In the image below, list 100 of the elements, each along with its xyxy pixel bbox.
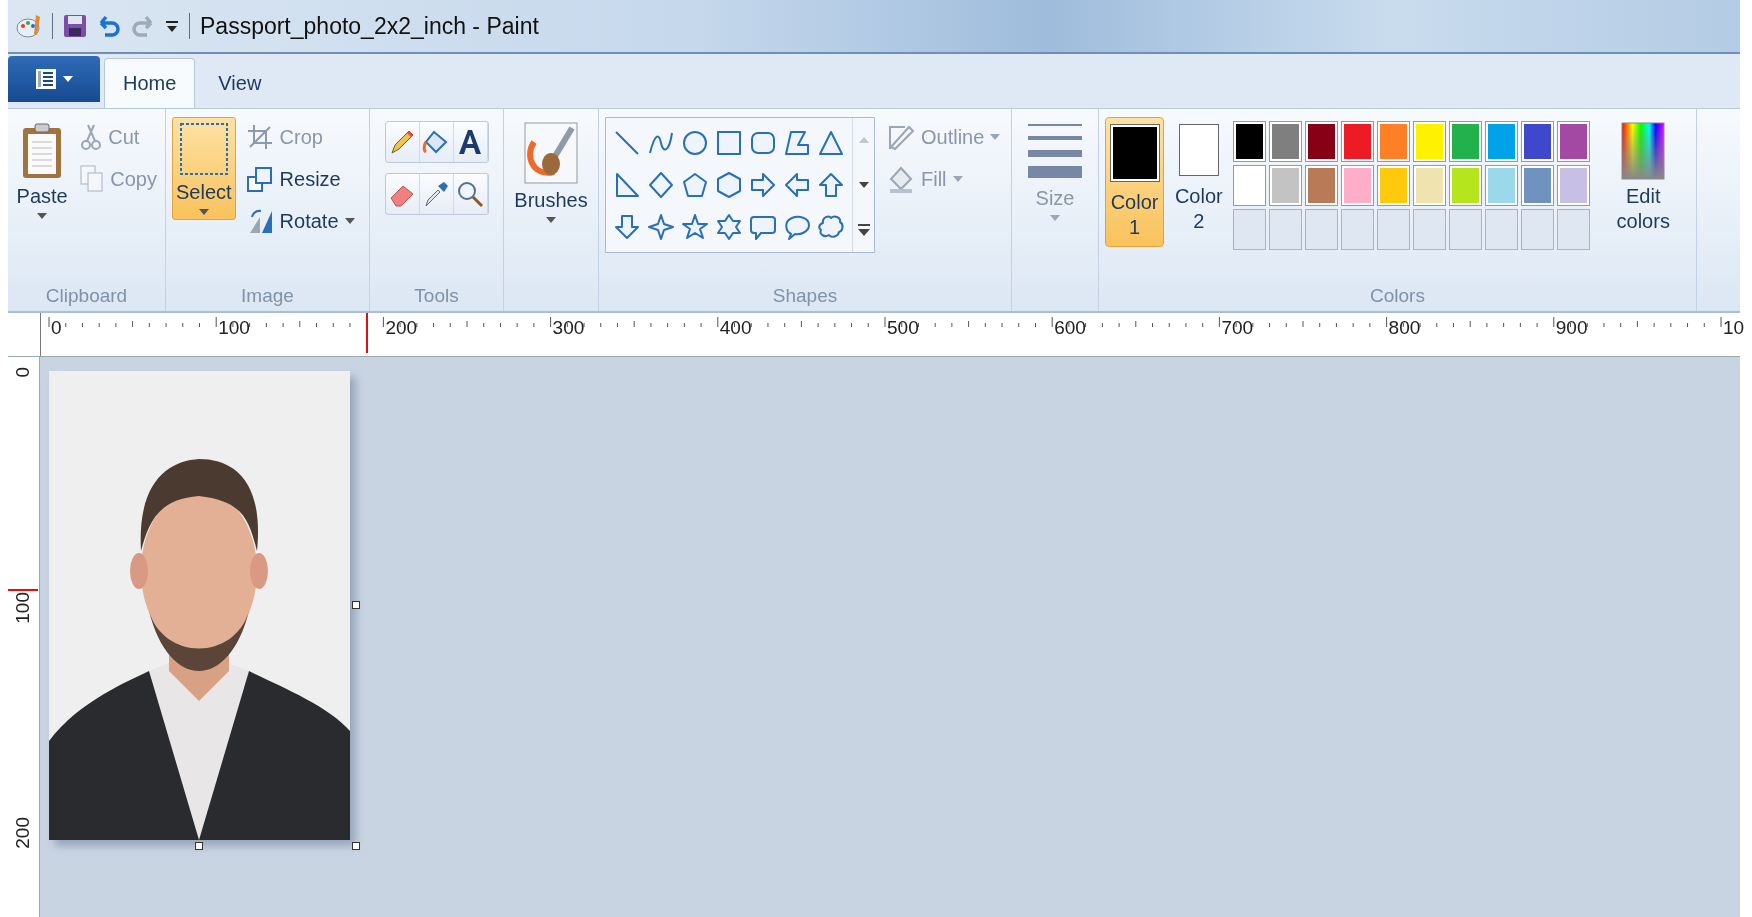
caret-icon	[546, 217, 556, 223]
rounded-rectangle-shape-icon	[749, 129, 777, 157]
brushes-button[interactable]: Brushes	[510, 117, 592, 228]
ruler-label: 10	[1723, 317, 1745, 339]
palette-swatch[interactable]	[1557, 165, 1591, 206]
palette-swatch[interactable]	[1233, 121, 1267, 162]
rounded-callout-icon	[749, 213, 777, 241]
caret-icon	[952, 176, 963, 182]
resize-handle[interactable]	[195, 842, 203, 850]
palette-swatch[interactable]	[1305, 121, 1339, 162]
save-icon	[63, 14, 87, 38]
ruler-label: 800	[1388, 317, 1421, 339]
palette-swatch[interactable]	[1269, 165, 1303, 206]
oval-shape-icon	[681, 129, 709, 157]
resize-handle[interactable]	[352, 842, 360, 850]
empty-swatch[interactable]	[1377, 209, 1411, 250]
palette-swatch[interactable]	[1449, 165, 1483, 206]
caret-icon	[990, 134, 1001, 140]
redo-icon	[131, 14, 155, 38]
pencil-outline-icon	[887, 123, 915, 151]
empty-swatch[interactable]	[1413, 209, 1447, 250]
scissors-icon	[80, 123, 103, 151]
five-point-star-icon	[681, 213, 709, 241]
palette-swatch[interactable]	[1305, 165, 1339, 206]
image-tool-button[interactable]: Resize	[243, 163, 357, 195]
ribbon-tab[interactable]: View	[199, 58, 281, 108]
right-triangle-shape-icon	[613, 171, 641, 199]
ruler-label: 200	[12, 817, 34, 849]
resize-handle[interactable]	[352, 601, 360, 609]
empty-swatch[interactable]	[1485, 209, 1519, 250]
caret-icon	[63, 76, 73, 82]
line-shape-icon	[613, 129, 641, 157]
rectangle-shape-icon	[715, 129, 743, 157]
document-icon	[35, 68, 57, 90]
palette-swatch[interactable]	[1377, 121, 1411, 162]
empty-swatch[interactable]	[1521, 209, 1555, 250]
up-caret-icon	[858, 137, 869, 144]
image-tool-button[interactable]: Rotate	[243, 205, 357, 237]
up-arrow-shape-icon	[817, 171, 845, 199]
ruler-label: 0	[12, 367, 34, 378]
palette-swatch[interactable]	[1377, 165, 1411, 206]
oval-callout-icon	[783, 213, 811, 241]
edit-colors-button[interactable]: Edit colors	[1596, 117, 1690, 239]
palette-swatch[interactable]	[1521, 165, 1555, 206]
ruler-label: 0	[51, 317, 62, 339]
paste-button[interactable]: Paste	[14, 117, 71, 224]
empty-swatch[interactable]	[1449, 209, 1483, 250]
color-one-button[interactable]: Color 1	[1105, 117, 1165, 247]
down-arrow-shape-icon	[613, 213, 641, 241]
bucket-outline-icon	[887, 165, 915, 193]
palette-swatch[interactable]	[1485, 121, 1519, 162]
right-arrow-shape-icon	[749, 171, 777, 199]
empty-swatch[interactable]	[1305, 209, 1339, 250]
hexagon-shape-icon	[715, 171, 743, 199]
color-two-button[interactable]: Color 2	[1170, 117, 1228, 247]
palette-swatch[interactable]	[1521, 121, 1555, 162]
palette-swatch[interactable]	[1413, 121, 1447, 162]
group-label: Shapes	[772, 285, 838, 307]
pencil-icon	[388, 128, 416, 156]
palette-swatch[interactable]	[1269, 121, 1303, 162]
ruler-label: 400	[719, 317, 752, 339]
empty-swatch[interactable]	[1269, 209, 1303, 250]
palette-swatch[interactable]	[1557, 121, 1591, 162]
ribbon-tab[interactable]: Home	[104, 58, 196, 108]
ruler-label: 200	[385, 317, 418, 339]
selection-icon	[178, 122, 229, 176]
palette-swatch[interactable]	[1485, 165, 1519, 206]
group-label: Clipboard	[45, 285, 128, 307]
palette-swatch[interactable]	[1449, 121, 1483, 162]
letter-a-icon	[456, 128, 484, 156]
paintbrush-icon	[524, 122, 578, 184]
ruler-label: 600	[1054, 317, 1086, 339]
customize-menu-icon	[165, 19, 179, 33]
cursor-marker	[366, 313, 368, 353]
empty-swatch[interactable]	[1557, 209, 1591, 250]
crop-icon	[245, 123, 274, 151]
resize-icon	[245, 165, 274, 193]
caret-icon	[344, 218, 355, 224]
polygon-shape-icon	[783, 129, 811, 157]
group-label: Colors	[1370, 285, 1425, 307]
caret-icon	[198, 209, 209, 215]
eyedropper-icon	[422, 180, 450, 208]
palette-swatch[interactable]	[1233, 165, 1267, 206]
palette-swatch[interactable]	[1341, 121, 1375, 162]
undo-icon	[97, 14, 121, 38]
empty-swatch[interactable]	[1233, 209, 1267, 250]
six-point-star-icon	[715, 213, 743, 241]
app-menu-button[interactable]	[8, 56, 100, 102]
ruler-label: 700	[1221, 317, 1254, 339]
window-title: Passport_photo_2x2_inch - Paint	[200, 12, 539, 40]
color-spectrum-icon	[1621, 122, 1666, 180]
group-label: Image	[241, 285, 294, 307]
ruler-label: 100	[218, 317, 250, 339]
cloud-callout-icon	[817, 213, 845, 241]
caret-icon	[37, 213, 48, 219]
triangle-shape-icon	[817, 129, 845, 157]
palette-swatch[interactable]	[1413, 165, 1447, 206]
palette-swatch[interactable]	[1341, 165, 1375, 206]
select-button[interactable]: Select	[172, 117, 236, 220]
empty-swatch[interactable]	[1341, 209, 1375, 250]
